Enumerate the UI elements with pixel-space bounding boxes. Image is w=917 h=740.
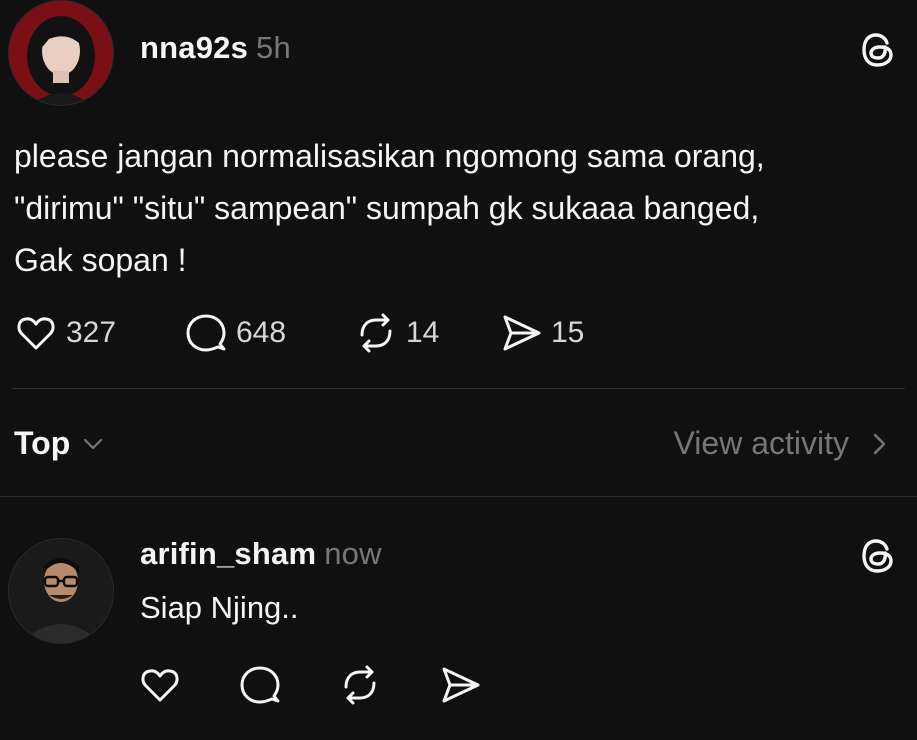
post-text-line: Gak sopan ! bbox=[14, 242, 187, 278]
comment-icon bbox=[186, 314, 226, 352]
post-body: please jangan normalisasikan ngomong sam… bbox=[14, 130, 909, 286]
repost-icon bbox=[360, 313, 392, 353]
repost-count: 14 bbox=[406, 316, 440, 349]
post-author[interactable]: nna92s 5h bbox=[140, 30, 291, 66]
post-text-line: "dirimu" "situ" sampean" sumpah gk sukaa… bbox=[14, 190, 760, 226]
share-button[interactable] bbox=[438, 663, 538, 707]
post-actions: 327 648 14 15 bbox=[14, 310, 619, 356]
view-activity-link[interactable]: View activity bbox=[674, 425, 891, 462]
divider bbox=[0, 496, 917, 497]
timestamp: 5h bbox=[256, 30, 291, 65]
reply-actions bbox=[138, 662, 538, 708]
comment-icon bbox=[240, 666, 280, 704]
comment-button[interactable]: 648 bbox=[184, 311, 354, 355]
like-button[interactable]: 327 bbox=[14, 311, 184, 355]
post-text-line: please jangan normalisasikan ngomong sam… bbox=[14, 138, 765, 174]
like-count: 327 bbox=[66, 316, 117, 349]
sort-label: Top bbox=[14, 425, 71, 461]
thread-view: nna92s 5h please jangan normalisasikan ng… bbox=[0, 0, 917, 740]
reply-author[interactable]: arifin_sham now bbox=[140, 536, 382, 572]
avatar[interactable] bbox=[8, 0, 114, 106]
heart-icon bbox=[141, 669, 179, 702]
reply-body: Siap Njing.. bbox=[140, 590, 299, 625]
comment-count: 648 bbox=[236, 316, 287, 349]
chevron-down-icon bbox=[84, 438, 103, 449]
share-count: 15 bbox=[551, 316, 585, 349]
repost-button[interactable] bbox=[338, 663, 438, 707]
threads-icon[interactable] bbox=[858, 536, 898, 576]
threads-icon[interactable] bbox=[858, 30, 898, 70]
like-button[interactable] bbox=[138, 663, 238, 707]
share-icon bbox=[503, 315, 541, 351]
heart-icon bbox=[17, 317, 55, 350]
comment-button[interactable] bbox=[238, 663, 338, 707]
divider bbox=[12, 388, 905, 389]
timestamp: now bbox=[324, 536, 382, 571]
view-activity-label: View activity bbox=[673, 425, 849, 461]
chevron-right-icon bbox=[873, 433, 886, 454]
replies-header: Top View activity bbox=[0, 405, 917, 485]
username[interactable]: nna92s bbox=[140, 30, 248, 65]
profile-photo bbox=[9, 1, 113, 105]
username[interactable]: arifin_sham bbox=[140, 536, 316, 571]
avatar[interactable] bbox=[8, 538, 114, 644]
repost-icon bbox=[344, 665, 376, 705]
profile-photo bbox=[9, 539, 113, 643]
share-button[interactable]: 15 bbox=[499, 311, 619, 355]
sort-dropdown[interactable]: Top bbox=[14, 425, 106, 462]
share-icon bbox=[442, 667, 480, 703]
repost-button[interactable]: 14 bbox=[354, 311, 499, 355]
